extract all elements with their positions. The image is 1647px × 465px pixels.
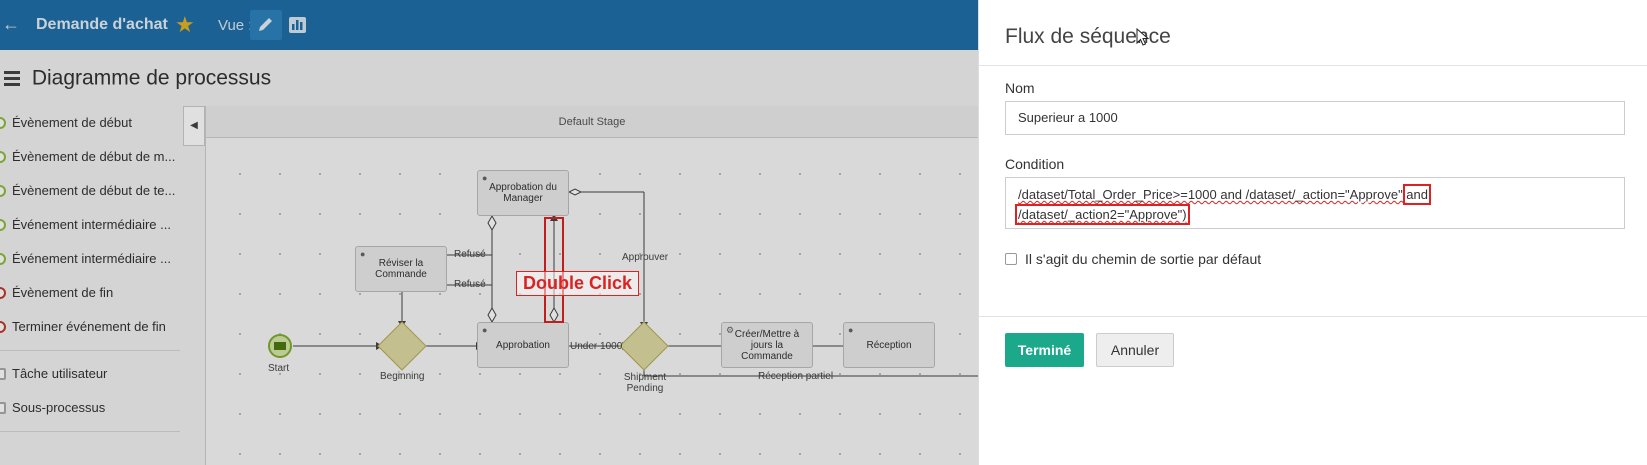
condition-label: Condition [1005,156,1065,172]
name-input[interactable]: Superieur a 1000 [1005,101,1625,135]
name-label: Nom [1005,80,1035,96]
condition-highlight-and: and [1403,184,1431,205]
condition-highlight-action2: /dataset/_action2="Approve") [1015,204,1190,225]
modal-backdrop [0,0,978,465]
cancel-button[interactable]: Annuler [1096,333,1174,367]
panel-divider [979,65,1647,66]
done-button[interactable]: Terminé [1005,333,1084,367]
double-click-annotation: Double Click [516,271,640,296]
condition-text: /dataset/Total_Order_Price>=1000 and /da… [1018,187,1407,202]
default-path-checkbox[interactable]: Il s'agit du chemin de sortie par défaut [1005,251,1261,267]
panel-divider [979,316,1647,317]
checkbox-box[interactable] [1005,253,1017,265]
mouse-cursor-icon [1136,28,1150,46]
condition-textarea[interactable]: /dataset/Total_Order_Price>=1000 and /da… [1005,177,1625,229]
default-path-label: Il s'agit du chemin de sortie par défaut [1025,251,1262,267]
sequence-flow-panel: Flux de séquence Nom Superieur a 1000 Co… [978,0,1647,465]
